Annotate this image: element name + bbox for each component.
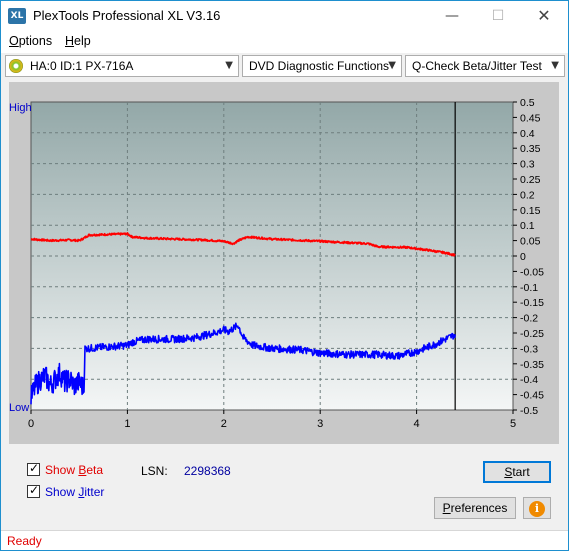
y-tick-label: 0.4 [520, 128, 535, 140]
y-tick-label: 0.3 [520, 159, 535, 171]
x-tick-label: 4 [414, 418, 420, 430]
preferences-button-mnemonic: P [442, 501, 451, 515]
lsn-label: LSN: [141, 464, 168, 478]
control-panel: ✓ Show Beta ✓ Show Jitter LSN: 2298368 S… [9, 452, 559, 527]
chevron-down-icon: ▼ [551, 60, 559, 71]
x-tick-label: 3 [317, 418, 323, 430]
show-beta-text-rest: eta [86, 463, 104, 477]
y-tick-label: -0.15 [520, 297, 544, 309]
start-button[interactable]: Start [483, 461, 551, 483]
show-beta-checkbox[interactable]: ✓ [27, 461, 40, 476]
chart-panel: High Low 0.5 0.45 0.4 0.35 0.3 0.25 0.2 0.15 0.1 0.… [9, 82, 559, 444]
preferences-button-label: references [450, 501, 508, 515]
chevron-down-icon: ▼ [388, 60, 396, 71]
y-tick-label: 0.35 [520, 143, 541, 155]
y-label-high: High [9, 102, 32, 114]
start-button-label: tart [512, 465, 530, 479]
test-select-value: Q-Check Beta/Jitter Test [412, 59, 542, 73]
y-tick-label: 0.25 [520, 174, 541, 186]
maximize-button[interactable]: ☐ [475, 1, 521, 31]
show-jitter-checkbox[interactable]: ✓ [27, 483, 40, 498]
status-bar: Ready [1, 530, 568, 550]
status-text: Ready [7, 534, 42, 548]
y-tick-label: 0.5 [520, 97, 535, 109]
y-tick-label: 0.05 [520, 236, 541, 248]
y-tick-label: 0.1 [520, 220, 535, 232]
menu-options-mnemonic: O [9, 34, 19, 48]
checkmark-icon: ✓ [29, 483, 40, 497]
y-tick-label: 0.2 [520, 189, 535, 201]
drive-select-value: HA:0 ID:1 PX-716A [30, 59, 134, 73]
y-label-low: Low [9, 402, 29, 414]
y-tick-label: -0.4 [520, 374, 538, 386]
plextools-app-icon: XL [8, 8, 26, 24]
x-tick-label: 2 [221, 418, 227, 430]
y-tick-label: -0.05 [520, 266, 544, 278]
y-tick-label: -0.2 [520, 313, 538, 325]
chevron-down-icon: ▼ [225, 60, 233, 71]
y-tick-label: 0.45 [520, 112, 541, 124]
close-button[interactable]: ✕ [521, 1, 567, 31]
show-jitter-label[interactable]: Show Jitter [45, 485, 104, 499]
beta-jitter-chart: High Low 0.5 0.45 0.4 0.35 0.3 0.25 0.2 0.15 0.1 0.… [9, 97, 544, 430]
info-button[interactable]: i [523, 497, 551, 519]
y-tick-label: -0.35 [520, 359, 544, 371]
y-tick-label: -0.45 [520, 390, 544, 402]
minimize-button[interactable]: — [429, 1, 475, 31]
y-tick-label: 0.15 [520, 205, 541, 217]
drive-select[interactable]: HA:0 ID:1 PX-716A ▼ [5, 55, 239, 77]
disc-drive-icon [9, 59, 23, 73]
y-tick-label: -0.1 [520, 282, 538, 294]
x-tick-label: 1 [124, 418, 130, 430]
menu-help[interactable]: Help [65, 34, 91, 48]
x-tick-label: 0 [28, 418, 34, 430]
menu-options[interactable]: Options [9, 34, 52, 48]
y-tick-label: -0.25 [520, 328, 544, 340]
toolbar: HA:0 ID:1 PX-716A ▼ DVD Diagnostic Funct… [1, 53, 568, 79]
y-tick-label: -0.3 [520, 343, 538, 355]
lsn-value: 2298368 [184, 464, 231, 478]
preferences-button[interactable]: Preferences [434, 497, 516, 519]
test-select[interactable]: Q-Check Beta/Jitter Test ▼ [405, 55, 565, 77]
window-title: PlexTools Professional XL V3.16 [33, 8, 221, 23]
y-tick-label: -0.5 [520, 405, 538, 417]
show-jitter-text: Show [45, 485, 79, 499]
app-window: XL PlexTools Professional XL V3.16 — ☐ ✕… [0, 0, 569, 551]
y-tick-label: 0 [520, 251, 526, 263]
menu-bar: Options Help [1, 31, 568, 53]
info-icon: i [529, 501, 545, 517]
show-jitter-text-rest: itter [84, 485, 105, 499]
menu-options-label: ptions [18, 34, 53, 48]
function-select-value: DVD Diagnostic Functions [249, 59, 390, 73]
show-beta-label[interactable]: Show Beta [45, 463, 103, 477]
checkmark-icon: ✓ [29, 461, 40, 475]
show-beta-text: Show [45, 463, 79, 477]
function-select[interactable]: DVD Diagnostic Functions ▼ [242, 55, 402, 77]
x-tick-label: 5 [510, 418, 516, 430]
menu-help-mnemonic: H [65, 34, 75, 48]
menu-help-label: elp [74, 34, 91, 48]
title-bar[interactable]: XL PlexTools Professional XL V3.16 — ☐ ✕ [1, 1, 568, 31]
